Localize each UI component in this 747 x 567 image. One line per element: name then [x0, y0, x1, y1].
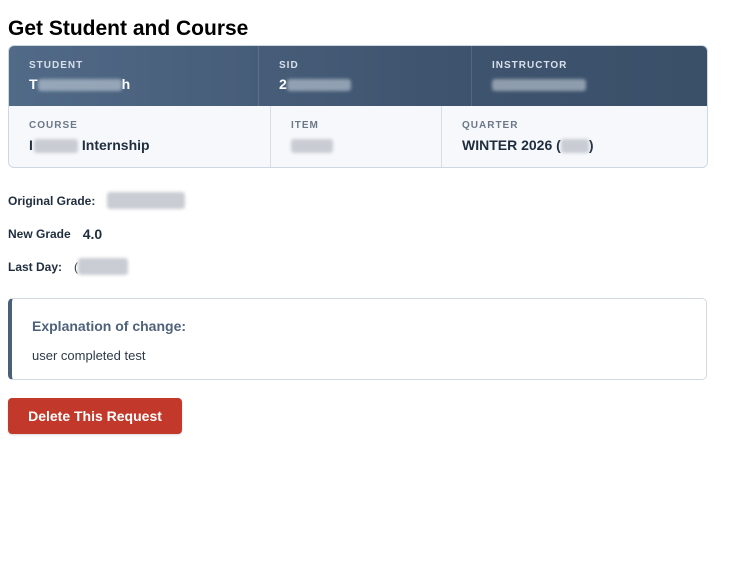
student-value: Th [29, 76, 130, 92]
sid-label: SID [279, 60, 299, 71]
redacted-instructor [492, 79, 586, 92]
last-day-label: Last Day: [8, 259, 63, 274]
new-grade-row: New Grade 4.0 [8, 226, 102, 242]
delete-request-button[interactable]: Delete This Request [8, 398, 182, 434]
new-grade-label: New Grade [8, 227, 71, 241]
sid-cell: SID 2 [258, 46, 471, 106]
explanation-panel: Explanation of change: user completed te… [8, 298, 707, 380]
quarter-label: QUARTER [462, 120, 519, 131]
page-title: Get Student and Course [8, 17, 249, 40]
summary-card-header-band: STUDENT Th SID 2 INSTRUCTOR [9, 46, 707, 106]
course-value-end: Internship [81, 137, 150, 153]
new-grade-value: 4.0 [82, 226, 103, 242]
redacted-original-grade [107, 192, 186, 209]
instructor-cell: INSTRUCTOR [471, 46, 707, 106]
item-label: ITEM [291, 120, 319, 131]
sid-value-start: 2 [279, 76, 287, 92]
explanation-title: Explanation of change: [32, 318, 187, 334]
quarter-cell: QUARTER WINTER 2026 () [441, 106, 707, 167]
student-cell: STUDENT Th [9, 46, 258, 106]
redacted-last-day [78, 258, 129, 275]
quarter-value-start: WINTER 2026 ( [462, 137, 561, 153]
course-value: I Internship [29, 137, 150, 154]
redacted-quarter-code [560, 139, 589, 154]
explanation-text: user completed test [32, 348, 146, 363]
redacted-sid [286, 79, 351, 92]
quarter-value-end: ) [588, 137, 594, 153]
original-grade-label: Original Grade: [8, 193, 96, 208]
redacted-course [33, 139, 78, 154]
redacted-item [291, 139, 333, 154]
course-label: COURSE [29, 120, 78, 131]
course-value-start: I [29, 137, 33, 153]
summary-card-detail-row: COURSE I Internship ITEM QUARTER WINTER 2… [9, 106, 707, 167]
last-day-row: Last Day: ( [8, 258, 129, 275]
page: Get Student and Course STUDENT Th SID 2 … [0, 0, 747, 567]
instructor-label: INSTRUCTOR [492, 60, 568, 71]
student-value-end: h [121, 76, 131, 92]
redacted-student-name [37, 79, 122, 92]
summary-card: STUDENT Th SID 2 INSTRUCTOR COURSE I Int… [8, 45, 708, 168]
instructor-value [492, 76, 586, 92]
item-cell: ITEM [270, 106, 441, 167]
sid-value: 2 [279, 76, 351, 92]
quarter-value: WINTER 2026 () [462, 137, 594, 154]
course-cell: COURSE I Internship [9, 106, 270, 167]
student-value-start: T [29, 76, 38, 92]
item-value [291, 137, 333, 154]
original-grade-row: Original Grade: [8, 192, 186, 209]
student-label: STUDENT [29, 60, 84, 71]
